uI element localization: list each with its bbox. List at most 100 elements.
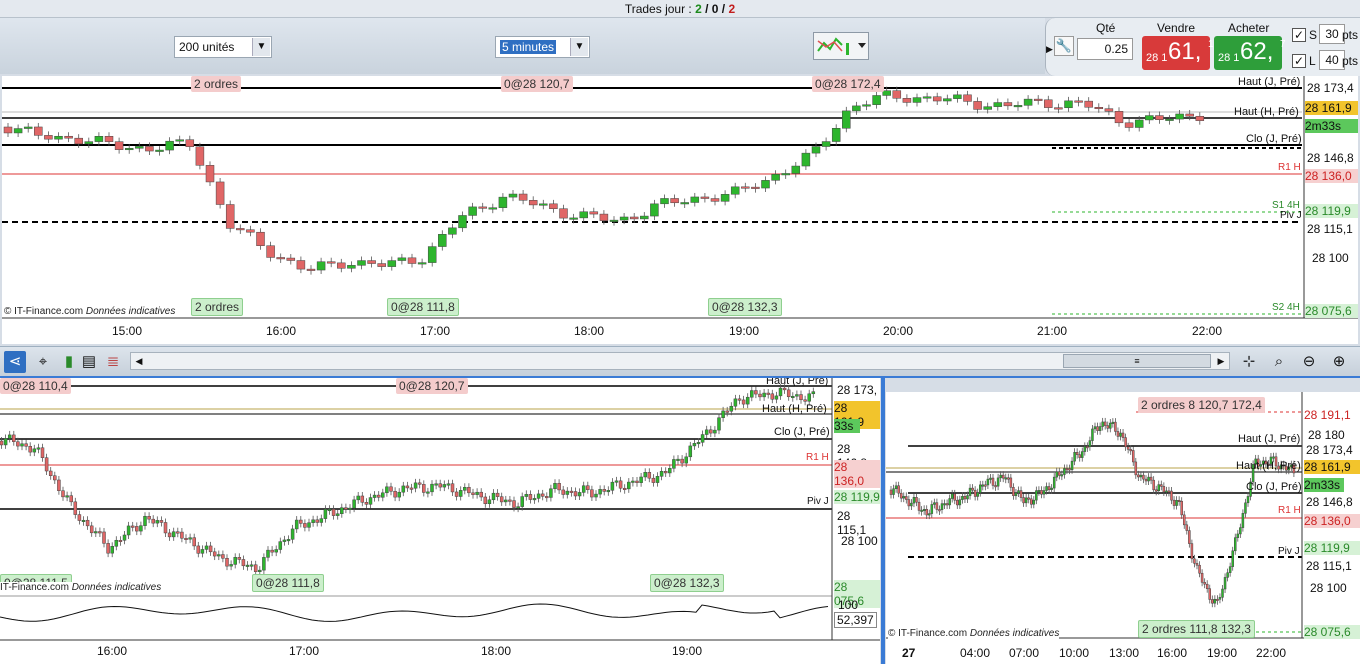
scrollbar-thumb[interactable]: ≡ — [1063, 354, 1211, 368]
order-tag[interactable]: 2 ordres 8 120,7 172,4 — [1138, 397, 1265, 413]
candle — [1044, 99, 1053, 108]
price-axis-label: 28 173, — [837, 383, 878, 397]
candle — [40, 447, 45, 458]
candle — [397, 491, 401, 498]
candle — [1047, 486, 1051, 490]
candle — [266, 245, 275, 258]
candle — [989, 477, 992, 480]
indicators-icon — [817, 37, 866, 55]
sell-button[interactable]: 28 1 61, 1 — [1142, 36, 1214, 70]
candle — [192, 537, 196, 547]
candle — [976, 492, 979, 497]
share-icon[interactable]: ⋖ — [4, 351, 26, 373]
candle — [631, 480, 635, 483]
candle — [1014, 492, 1018, 497]
candle — [114, 141, 124, 150]
qty-input[interactable]: 0.25 — [1077, 38, 1133, 60]
candle — [721, 410, 725, 418]
sell-price: 61, — [1168, 38, 1202, 65]
candle — [290, 528, 295, 540]
candle — [65, 495, 69, 498]
order-tag[interactable]: 0@28 111,8 — [387, 298, 459, 316]
order-tag[interactable]: 2 ordres — [191, 76, 242, 92]
order-tag[interactable]: 0@28 132,3 — [650, 574, 724, 592]
order-tag[interactable]: 0@28 110,4 — [0, 378, 71, 394]
candle — [89, 525, 94, 534]
candle — [930, 504, 934, 514]
timeframe-select[interactable]: 5 minutes ▼ — [495, 36, 590, 58]
level-label: Piv J — [807, 496, 829, 507]
level-label: Haut (H, Pré) — [1236, 460, 1301, 472]
zoom-fit-icon[interactable]: ⌕ — [1268, 351, 1290, 373]
zoom-out-icon[interactable]: ⊖ — [1298, 351, 1320, 373]
candle — [114, 539, 119, 547]
scroll-left-icon[interactable]: ◀ — [131, 353, 147, 369]
indicators-icon[interactable]: ▤ — [78, 351, 100, 373]
candle — [917, 501, 921, 511]
candle — [1180, 500, 1183, 516]
candle — [589, 211, 599, 215]
candle — [986, 478, 990, 486]
candle — [262, 557, 266, 571]
candle — [781, 173, 790, 176]
order-tag[interactable]: 2 ordres — [191, 298, 244, 316]
buy-label: Acheter — [1228, 21, 1270, 35]
scroll-right-icon[interactable]: ▶ — [1213, 353, 1229, 369]
order-tag[interactable]: 0@28 172,4 — [812, 76, 884, 92]
quantity-select[interactable]: 200 unités ▼ — [174, 36, 272, 58]
timeframe-select-value: 5 minutes — [500, 40, 557, 54]
order-tag[interactable]: 0@28 120,7 — [501, 76, 573, 92]
candle — [1134, 461, 1138, 476]
candle — [983, 106, 992, 110]
candle — [340, 507, 344, 514]
order-tag[interactable]: 2 ordres 111,8 132,3 — [1138, 620, 1255, 638]
order-tag[interactable]: 0@28 132,3 — [708, 298, 782, 316]
candle — [1088, 440, 1092, 448]
oscillator-axis-label: 100 — [838, 598, 859, 612]
candle — [912, 497, 916, 504]
crosshair-icon[interactable]: ⊹ — [1238, 351, 1260, 373]
cursor-icon[interactable]: ⌖ — [32, 351, 54, 373]
chart-horizontal-scrollbar[interactable]: ◀ ≡ ▶ — [130, 352, 1230, 370]
candle — [933, 502, 936, 505]
candle — [118, 539, 123, 542]
buy-button[interactable]: 28 1 62, 7 — [1214, 36, 1286, 70]
candle — [393, 490, 397, 498]
level-label: Haut (J, Pré) — [766, 378, 829, 387]
collapse-arrow-icon[interactable]: ▶ — [1046, 44, 1053, 55]
candle — [795, 394, 799, 397]
candle — [1045, 486, 1048, 491]
candle — [1244, 502, 1247, 514]
zoom-in-icon[interactable]: ⊕ — [1328, 351, 1350, 373]
time-axis-label: 15:00 — [112, 324, 143, 338]
order-tag[interactable]: 0@28 111,8 — [252, 574, 324, 592]
wrench-icon[interactable]: 🔧 — [1054, 36, 1074, 56]
candle — [487, 499, 492, 504]
credit-source: IT-Finance.com — [0, 582, 69, 593]
chevron-down-icon: ▼ — [570, 38, 588, 56]
secondary-price-chart[interactable]: 0@28 110,4 0@28 120,7 0@28 111,5 0@28 11… — [0, 378, 880, 664]
candle — [237, 557, 242, 560]
candle — [640, 215, 649, 220]
candle — [610, 481, 615, 491]
drawing-icon[interactable]: ≣ — [102, 351, 124, 373]
candle — [1152, 479, 1155, 491]
candle — [299, 519, 303, 524]
tertiary-price-chart[interactable]: 2 ordres 8 120,7 172,4 2 ordres 111,8 13… — [886, 392, 1360, 664]
candle — [894, 485, 898, 489]
candle — [713, 429, 717, 434]
candle — [3, 438, 8, 446]
indicators-button[interactable] — [813, 32, 869, 60]
limit-checkbox[interactable]: ✓ — [1292, 54, 1306, 68]
main-price-chart[interactable]: 2 ordres 0@28 120,7 0@28 172,4 2 ordres … — [2, 76, 1358, 344]
candle — [557, 483, 561, 491]
time-axis-label: 10:00 — [1059, 646, 1090, 660]
vertical-splitter[interactable] — [881, 378, 885, 664]
stop-checkbox[interactable]: ✓ — [1292, 28, 1306, 42]
price-axis-label: 28 100 — [1312, 251, 1349, 265]
secondary-chart-canvas[interactable] — [0, 378, 880, 664]
order-tag[interactable]: 0@28 120,7 — [396, 378, 468, 394]
candle — [171, 531, 176, 538]
credit-text: © IT-Finance.com Données indicatives — [888, 628, 1060, 639]
candles-icon[interactable]: ▮ — [58, 351, 80, 373]
